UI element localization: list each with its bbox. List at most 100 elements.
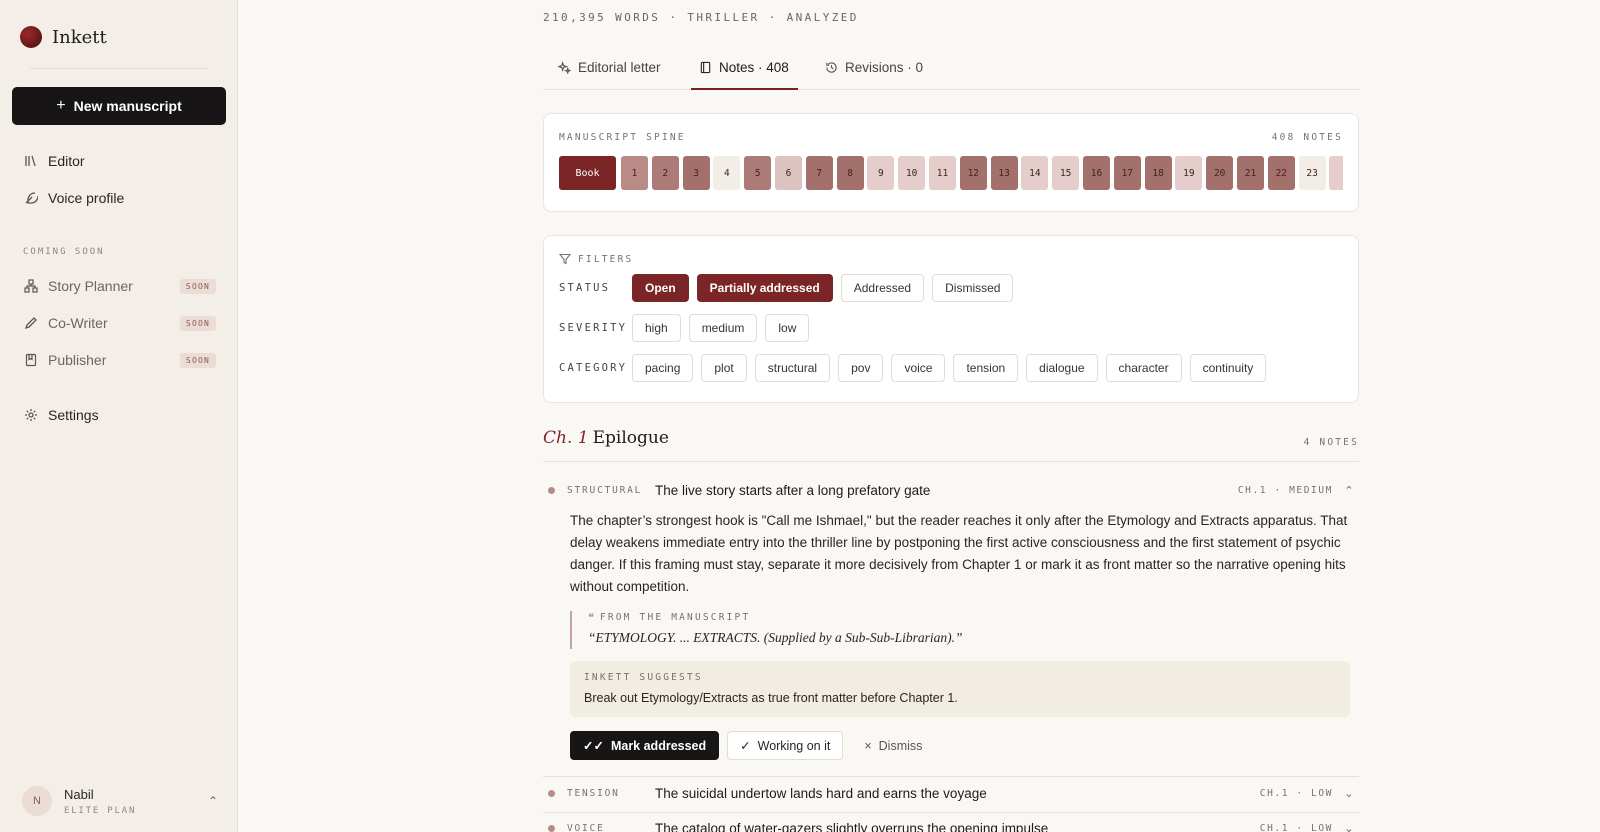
feather-icon [25,192,38,204]
category-chip-character[interactable]: character [1105,354,1182,382]
spine-cell-chapter[interactable]: 6 [775,156,802,190]
chevron-up-icon[interactable]: ⌃ [1343,484,1355,497]
user-plan: ELITE PLAN [64,805,137,816]
soon-badge: SOON [179,315,216,331]
category-chip-continuity[interactable]: continuity [1189,354,1267,382]
dismiss-label: Dismiss [878,738,923,753]
tab-editorial-letter[interactable]: Editorial letter [558,60,661,75]
tab-label: Notes · 408 [719,60,789,75]
spine-cell-chapter[interactable]: 22 [1267,156,1295,190]
category-chip-dialogue[interactable]: dialogue [1026,354,1098,382]
chapter-name: Epilogue [592,428,669,448]
working-on-it-button[interactable]: ✓ Working on it [727,731,844,760]
user-name: Nabil [64,786,94,802]
sidebar-item-voice-profile[interactable]: Voice profile [24,190,216,206]
note-meta: CH.1 · LOW [1259,787,1333,799]
note-status-dot [548,789,555,797]
chevron-down-icon[interactable]: ⌄ [1343,822,1355,832]
new-manuscript-button[interactable]: + New manuscript [12,87,226,125]
sidebar-item-editor[interactable]: Editor [24,153,216,169]
spine-cell-chapter[interactable]: 7 [805,156,833,190]
brand[interactable]: Inkett [20,26,107,48]
status-chip-dismissed[interactable]: Dismissed [932,274,1014,302]
spine-cell-chapter[interactable]: 23 [1298,156,1326,190]
note-status-dot [548,486,555,494]
tab-revisions[interactable]: Revisions · 0 [825,60,923,75]
sidebar-item-publisher[interactable]: Publisher SOON [24,352,216,368]
status-label: STATUS [559,282,611,294]
gear-icon [25,409,37,421]
book-icon [25,353,37,367]
category-chip-tension[interactable]: tension [953,354,1019,382]
category-chip-pacing[interactable]: pacing [632,354,694,382]
sidebar-item-settings[interactable]: Settings [24,407,216,423]
sidebar-item-co-writer[interactable]: Co-Writer SOON [24,315,216,331]
severity-chip-high[interactable]: high [632,314,681,342]
note-row-structural[interactable]: STRUCTURAL The live story starts after a… [543,480,1359,500]
spine-cell-chapter[interactable]: 21 [1237,156,1264,190]
spine-cell-chapter[interactable]: 9 [867,156,895,190]
status-chip-addressed[interactable]: Addressed [840,274,925,302]
quote-icon: ❝ [588,611,594,624]
severity-chip-medium[interactable]: medium [688,314,758,342]
spine-cell-chapter[interactable] [1329,156,1343,190]
spine-cell-chapter[interactable]: 2 [651,156,679,190]
spine-cell-chapter[interactable]: 15 [1052,156,1080,190]
spine-cell-chapter[interactable]: 11 [929,156,956,190]
quote-label: FROM THE MANUSCRIPT [599,612,751,623]
spine-cell-chapter[interactable]: 12 [959,156,987,190]
tab-label: Editorial letter [578,60,661,75]
sidebar-item-label: Editor [48,153,85,169]
chevron-down-icon[interactable]: ⌄ [1343,787,1355,800]
mark-addressed-button[interactable]: ✓✓ Mark addressed [570,731,720,760]
plus-icon: + [56,97,66,114]
working-on-it-label: Working on it [757,738,831,753]
status-chip-partially-addressed[interactable]: Partially addressed [696,274,833,302]
brand-divider [30,68,208,69]
spine-cell-chapter[interactable]: 4 [713,156,741,190]
severity-chip-low[interactable]: low [765,314,810,342]
category-chip-voice[interactable]: voice [891,354,946,382]
note-title: The live story starts after a long prefa… [655,482,931,498]
category-chip-structural[interactable]: structural [754,354,831,382]
spine-cell-chapter[interactable]: 8 [836,156,864,190]
manuscript-quote: ❝ FROM THE MANUSCRIPT “ETYMOLOGY. ... EX… [570,611,1350,649]
tab-notes[interactable]: Notes · 408 [699,60,789,75]
spine-cell-chapter[interactable]: 13 [990,156,1018,190]
spine-cell-chapter[interactable]: 19 [1175,156,1203,190]
dismiss-button[interactable]: × Dismiss [851,731,935,760]
note-divider [543,776,1359,777]
note-row-tension[interactable]: TENSION The suicidal undertow lands hard… [543,783,1359,803]
status-filter-row: STATUS Open Partially addressed Addresse… [559,274,1021,302]
spine-cell-chapter[interactable]: 14 [1021,156,1049,190]
suggestion-text: Break out Etymology/Extracts as true fro… [584,691,958,705]
category-filter-row: CATEGORY pacing plot structural pov voic… [559,354,1274,382]
sidebar-item-label: Story Planner [48,278,133,294]
note-row-voice[interactable]: VOICE The catalog of water-gazers slight… [543,818,1359,832]
double-check-icon: ✓✓ [583,739,604,753]
status-chip-open[interactable]: Open [632,274,689,302]
spine-cell-chapter[interactable]: 1 [621,156,648,190]
spine-cell-chapter[interactable]: 3 [682,156,710,190]
user-menu[interactable]: N Nabil ELITE PLAN ⌃ [22,786,218,816]
suggestion-label: INKETT SUGGESTS [584,672,703,683]
spine-note-count: 408 NOTES [1271,132,1343,143]
filters-card: FILTERS STATUS Open Partially addressed … [543,235,1359,403]
spine-cell-chapter[interactable]: 17 [1113,156,1141,190]
spine-cell-chapter[interactable]: 18 [1144,156,1172,190]
category-chip-plot[interactable]: plot [701,354,747,382]
active-tab-indicator [691,88,798,90]
inkett-suggestion: INKETT SUGGESTS Break out Etymology/Extr… [570,661,1350,717]
note-meta: CH.1 · MEDIUM [1237,484,1333,496]
sidebar-item-story-planner[interactable]: Story Planner SOON [24,278,216,294]
category-chip-pov[interactable]: pov [838,354,884,382]
spine-title: MANUSCRIPT SPINE [559,132,686,143]
spine-cell-chapter[interactable]: 16 [1083,156,1110,190]
spine-cell-chapter[interactable]: 10 [898,156,926,190]
severity-label: SEVERITY [559,322,628,334]
filters-header: FILTERS [559,253,633,265]
sidebar-item-label: Co-Writer [48,315,108,331]
spine-cell-chapter[interactable]: 20 [1206,156,1234,190]
spine-cell-book[interactable]: Book [559,156,616,190]
spine-cell-chapter[interactable]: 5 [744,156,772,190]
